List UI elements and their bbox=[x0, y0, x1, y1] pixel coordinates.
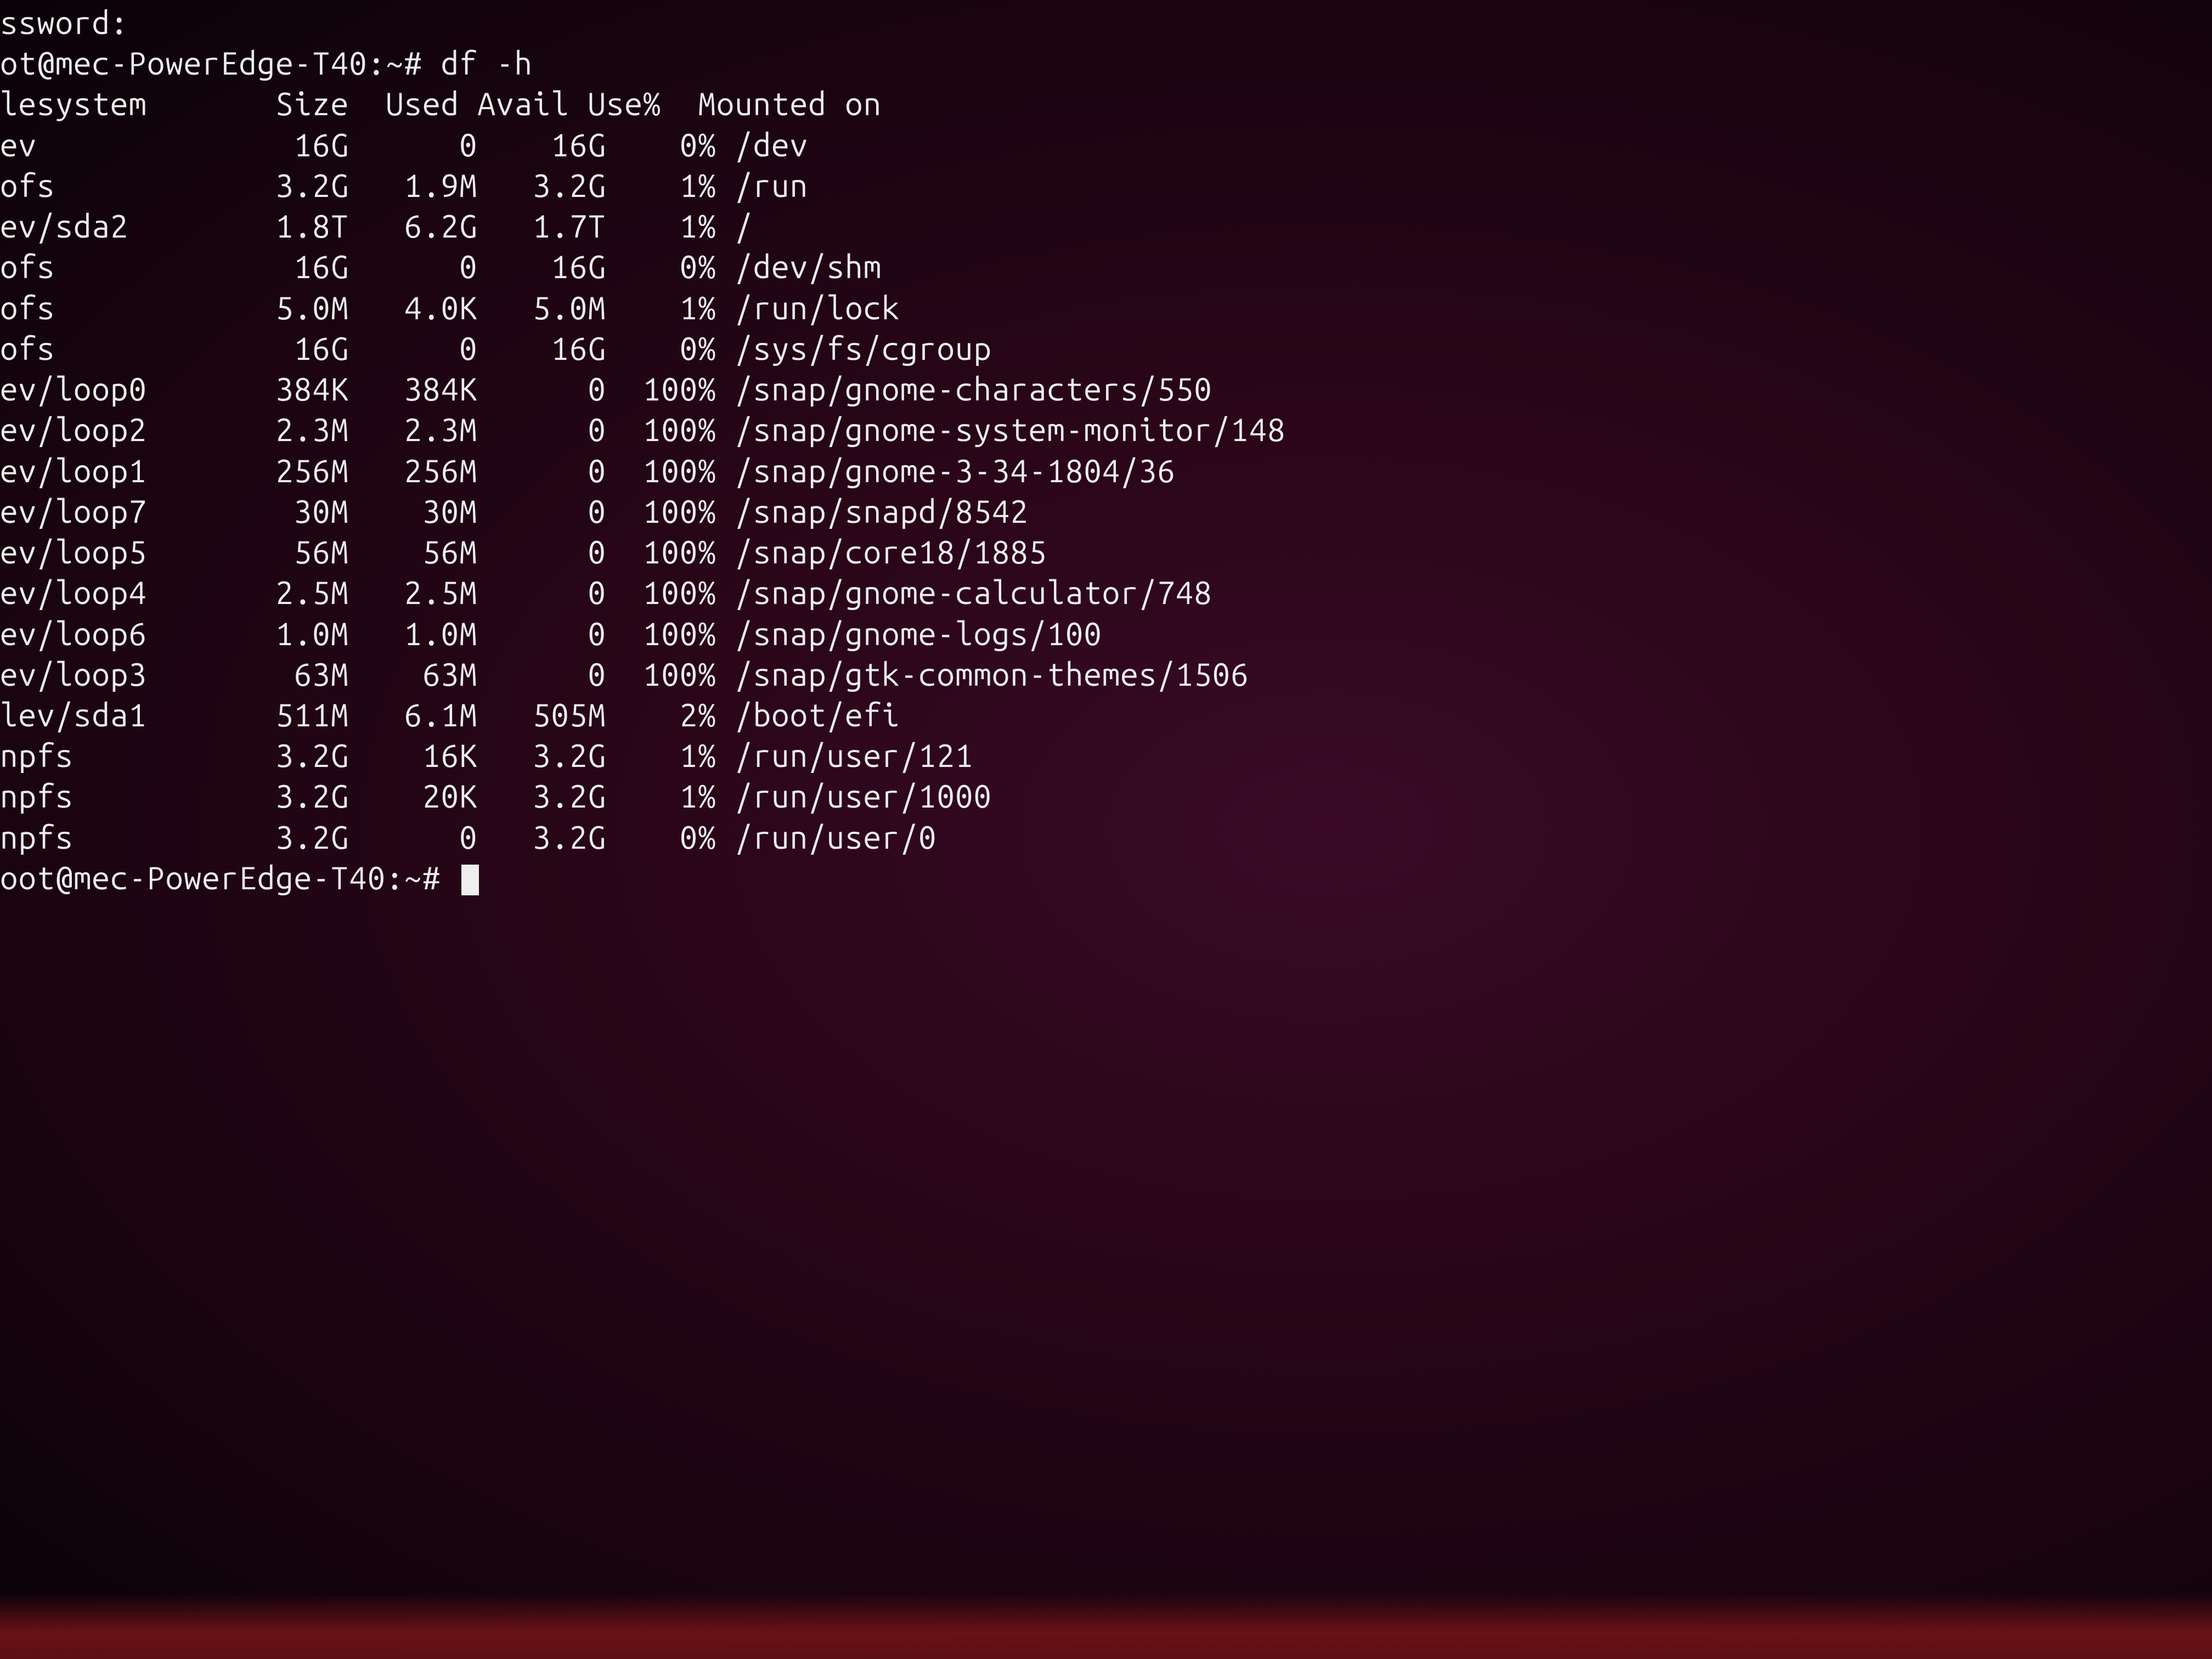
df-row: ev/loop5 56M 56M 0 100% /snap/core18/188… bbox=[0, 532, 2212, 572]
df-row: ev/loop2 2.3M 2.3M 0 100% /snap/gnome-sy… bbox=[0, 409, 2212, 450]
dock-bar bbox=[0, 1593, 2212, 1659]
df-row: ev/loop1 256M 256M 0 100% /snap/gnome-3-… bbox=[0, 450, 2212, 491]
df-row: ofs 3.2G 1.9M 3.2G 1% /run bbox=[0, 165, 2212, 206]
df-row: npfs 3.2G 16K 3.2G 1% /run/user/121 bbox=[0, 735, 2212, 776]
df-row: npfs 3.2G 20K 3.2G 1% /run/user/1000 bbox=[0, 776, 2212, 816]
shell-prompt[interactable]: oot@mec-PowerEdge-T40:~# bbox=[0, 857, 2212, 898]
df-row: ev/loop7 30M 30M 0 100% /snap/snapd/8542 bbox=[0, 491, 2212, 532]
df-row: ev 16G 0 16G 0% /dev bbox=[0, 125, 2212, 165]
df-row: ofs 16G 0 16G 0% /sys/fs/cgroup bbox=[0, 328, 2212, 369]
terminal-output[interactable]: ssword:ot@mec-PowerEdge-T40:~# df -hlesy… bbox=[0, 2, 2212, 898]
terminal-line: ot@mec-PowerEdge-T40:~# df -h bbox=[0, 43, 2212, 83]
df-row: ofs 16G 0 16G 0% /dev/shm bbox=[0, 246, 2212, 287]
df-row: npfs 3.2G 0 3.2G 0% /run/user/0 bbox=[0, 817, 2212, 857]
df-row: ev/loop3 63M 63M 0 100% /snap/gtk-common… bbox=[0, 654, 2212, 695]
df-header: lesystem Size Used Avail Use% Mounted on bbox=[0, 83, 2212, 124]
terminal-line: ssword: bbox=[0, 2, 2212, 43]
prompt-text: oot@mec-PowerEdge-T40:~# bbox=[0, 860, 459, 895]
df-row: ev/sda2 1.8T 6.2G 1.7T 1% / bbox=[0, 206, 2212, 246]
df-row: ev/loop4 2.5M 2.5M 0 100% /snap/gnome-ca… bbox=[0, 572, 2212, 613]
df-row: ofs 5.0M 4.0K 5.0M 1% /run/lock bbox=[0, 287, 2212, 328]
df-row: ev/loop0 384K 384K 0 100% /snap/gnome-ch… bbox=[0, 369, 2212, 409]
cursor-icon bbox=[461, 865, 479, 895]
df-row: lev/sda1 511M 6.1M 505M 2% /boot/efi bbox=[0, 695, 2212, 735]
df-row: ev/loop6 1.0M 1.0M 0 100% /snap/gnome-lo… bbox=[0, 613, 2212, 654]
